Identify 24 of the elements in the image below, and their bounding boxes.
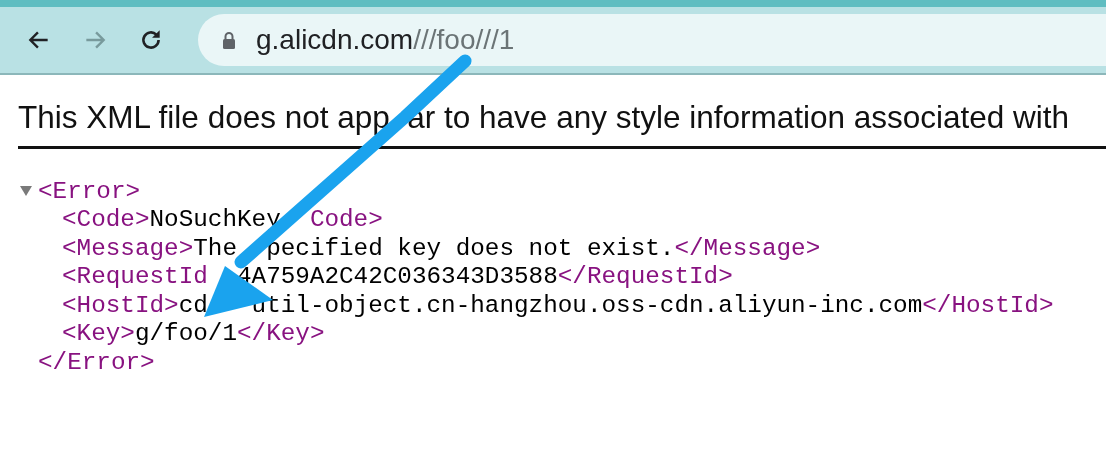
xml-tag: <Message>	[62, 234, 194, 262]
xml-tag: </HostId>	[922, 291, 1054, 319]
xml-tag: <Error>	[38, 177, 141, 205]
xml-tag: <Code>	[62, 206, 150, 234]
xml-tag: Code>	[309, 206, 383, 234]
xml-tag: <HostId>	[62, 291, 179, 319]
url-host: g.alicdn.com	[256, 24, 414, 55]
xml-tag: </Error>	[38, 348, 155, 376]
xml-value: 4A759A2C42C036343D3588	[236, 263, 558, 291]
xml-value: The	[193, 234, 237, 262]
notice-text: This XML file does not app	[18, 99, 390, 136]
xml-value: util-object.cn-hangzhou.oss-cdn.aliyun-inc.com	[251, 291, 923, 319]
xml-value: cd	[178, 291, 208, 319]
xml-tag: </RequestId>	[557, 263, 733, 291]
lock-icon	[222, 31, 236, 49]
xml-value: NoSuchKey	[149, 206, 281, 234]
xml-tag: </Message>	[674, 234, 821, 262]
xml-tag: <Key>	[62, 320, 135, 348]
address-bar[interactable]: g.alicdn.com///foo///1	[198, 14, 1106, 66]
url-path: ///foo///1	[413, 24, 515, 55]
xml-value: g/foo/1	[134, 320, 237, 348]
xml-tag: </Key>	[237, 320, 325, 348]
xml-tag: <RequestId	[62, 263, 208, 291]
xml-value: pecified key does not exist.	[266, 234, 675, 262]
